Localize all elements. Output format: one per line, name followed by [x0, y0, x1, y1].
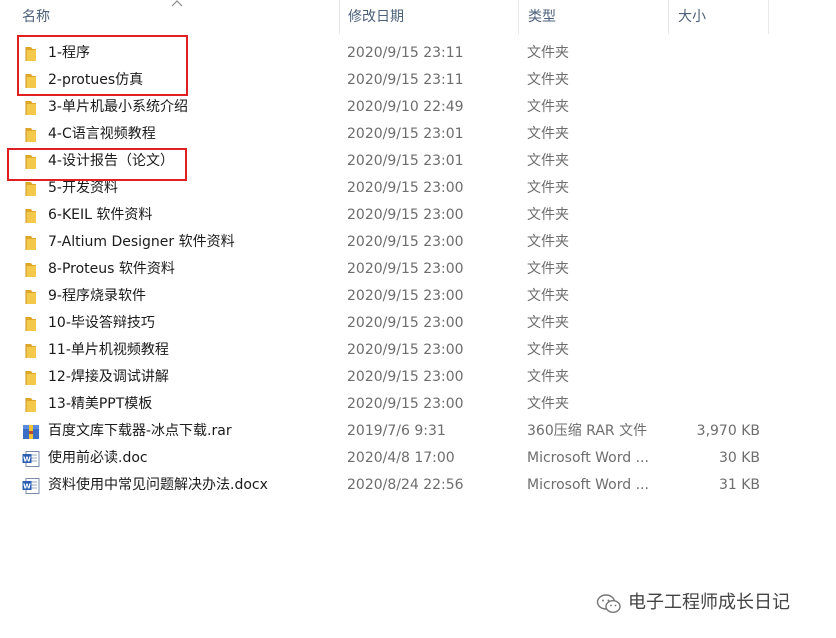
highlight-box: [17, 35, 188, 96]
file-row[interactable]: W 使用前必读.doc 2020/4/8 17:00 Microsoft Word .…: [0, 445, 836, 472]
file-name: 8-Proteus 软件资料: [48, 261, 175, 277]
file-date: 2020/9/15 23:01: [347, 153, 464, 169]
file-row[interactable]: 4-C语言视频教程 2020/9/15 23:01 文件夹: [0, 121, 836, 148]
file-size: 3,970 KB: [696, 423, 760, 439]
file-name: 3-单片机最小系统介绍: [48, 99, 188, 115]
column-divider[interactable]: [668, 0, 669, 34]
file-date: 2020/9/15 23:00: [347, 288, 464, 304]
folder-icon: [22, 369, 40, 385]
file-name: 9-程序烧录软件: [48, 288, 146, 304]
file-type: 文件夹: [527, 369, 569, 385]
column-date[interactable]: 修改日期: [340, 0, 518, 34]
file-type: 文件夹: [527, 261, 569, 277]
file-date: 2020/9/15 23:00: [347, 261, 464, 277]
column-type[interactable]: 类型: [520, 0, 668, 34]
svg-text:W: W: [23, 456, 31, 464]
file-size: 30 KB: [718, 450, 760, 466]
folder-icon: [22, 207, 40, 223]
file-type: 文件夹: [527, 207, 569, 223]
folder-icon: [22, 396, 40, 412]
file-date: 2020/9/15 23:11: [347, 72, 464, 88]
file-type: 文件夹: [527, 45, 569, 61]
file-date: 2020/9/15 23:00: [347, 342, 464, 358]
folder-icon: [22, 261, 40, 277]
file-row[interactable]: 13-精美PPT模板 2020/9/15 23:00 文件夹: [0, 391, 836, 418]
wechat-icon: [596, 594, 621, 614]
file-name: 10-毕设答辩技巧: [48, 315, 155, 331]
file-type: 文件夹: [527, 396, 569, 412]
column-divider[interactable]: [518, 0, 519, 34]
file-date: 2020/9/15 23:01: [347, 126, 464, 142]
file-name: 7-Altium Designer 软件资料: [48, 234, 235, 250]
file-type: 文件夹: [527, 342, 569, 358]
file-date: 2020/8/24 22:56: [347, 477, 464, 493]
file-date: 2019/7/6 9:31: [347, 423, 446, 439]
folder-icon: [22, 234, 40, 250]
word-doc-icon: W: [22, 450, 40, 467]
file-type: Microsoft Word ...: [527, 477, 649, 493]
file-row[interactable]: 9-程序烧录软件 2020/9/15 23:00 文件夹: [0, 283, 836, 310]
file-row[interactable]: 7-Altium Designer 软件资料 2020/9/15 23:00 文件夹: [0, 229, 836, 256]
file-name: 4-C语言视频教程: [48, 126, 156, 142]
column-header: 名称 修改日期 类型 大小: [0, 0, 836, 34]
watermark-text: 电子工程师成长日记: [628, 592, 790, 613]
folder-icon: [22, 180, 40, 196]
file-type: 文件夹: [527, 315, 569, 331]
file-date: 2020/9/15 23:00: [347, 315, 464, 331]
file-type: 文件夹: [527, 180, 569, 196]
file-row[interactable]: 11-单片机视频教程 2020/9/15 23:00 文件夹: [0, 337, 836, 364]
file-type: Microsoft Word ...: [527, 450, 649, 466]
file-row[interactable]: 12-焊接及调试讲解 2020/9/15 23:00 文件夹: [0, 364, 836, 391]
file-date: 2020/9/15 23:00: [347, 207, 464, 223]
file-name: 12-焊接及调试讲解: [48, 369, 169, 385]
file-name: 使用前必读.doc: [48, 450, 148, 466]
file-name: 资料使用中常见问题解决办法.docx: [48, 477, 268, 493]
archive-icon: [22, 423, 40, 439]
file-name: 11-单片机视频教程: [48, 342, 169, 358]
file-row[interactable]: 百度文库下载器-冰点下载.rar 2019/7/6 9:31 360压缩 RAR 文…: [0, 418, 836, 445]
file-row[interactable]: W 资料使用中常见问题解决办法.docx 2020/8/24 22:56 Micros…: [0, 472, 836, 499]
file-row[interactable]: 6-KEIL 软件资料 2020/9/15 23:00 文件夹: [0, 202, 836, 229]
file-type: 文件夹: [527, 99, 569, 115]
folder-icon: [22, 342, 40, 358]
file-type: 文件夹: [527, 153, 569, 169]
file-row[interactable]: 8-Proteus 软件资料 2020/9/15 23:00 文件夹: [0, 256, 836, 283]
file-date: 2020/4/8 17:00: [347, 450, 455, 466]
column-name[interactable]: 名称: [14, 0, 340, 34]
file-name: 百度文库下载器-冰点下载.rar: [48, 423, 232, 439]
column-divider[interactable]: [768, 0, 769, 34]
file-type: 文件夹: [527, 126, 569, 142]
folder-icon: [22, 126, 40, 142]
svg-text:W: W: [23, 483, 31, 491]
file-name: 6-KEIL 软件资料: [48, 207, 153, 223]
file-name: 13-精美PPT模板: [48, 396, 153, 412]
file-type: 360压缩 RAR 文件: [527, 423, 648, 439]
file-date: 2020/9/15 23:00: [347, 180, 464, 196]
file-row[interactable]: 3-单片机最小系统介绍 2020/9/10 22:49 文件夹: [0, 94, 836, 121]
word-doc-icon: W: [22, 477, 40, 494]
file-type: 文件夹: [527, 234, 569, 250]
file-type: 文件夹: [527, 288, 569, 304]
file-date: 2020/9/15 23:00: [347, 234, 464, 250]
highlight-box: [7, 148, 187, 181]
file-date: 2020/9/15 23:00: [347, 369, 464, 385]
column-size[interactable]: 大小: [670, 0, 768, 34]
file-date: 2020/9/15 23:00: [347, 396, 464, 412]
file-date: 2020/9/10 22:49: [347, 99, 464, 115]
folder-icon: [22, 99, 40, 115]
file-row[interactable]: 10-毕设答辩技巧 2020/9/15 23:00 文件夹: [0, 310, 836, 337]
folder-icon: [22, 315, 40, 331]
folder-icon: [22, 288, 40, 304]
file-list: 1-程序 2020/9/15 23:11 文件夹 2-protues仿真 2020/9/…: [0, 40, 836, 499]
file-type: 文件夹: [527, 72, 569, 88]
file-size: 31 KB: [718, 477, 760, 493]
file-date: 2020/9/15 23:11: [347, 45, 464, 61]
